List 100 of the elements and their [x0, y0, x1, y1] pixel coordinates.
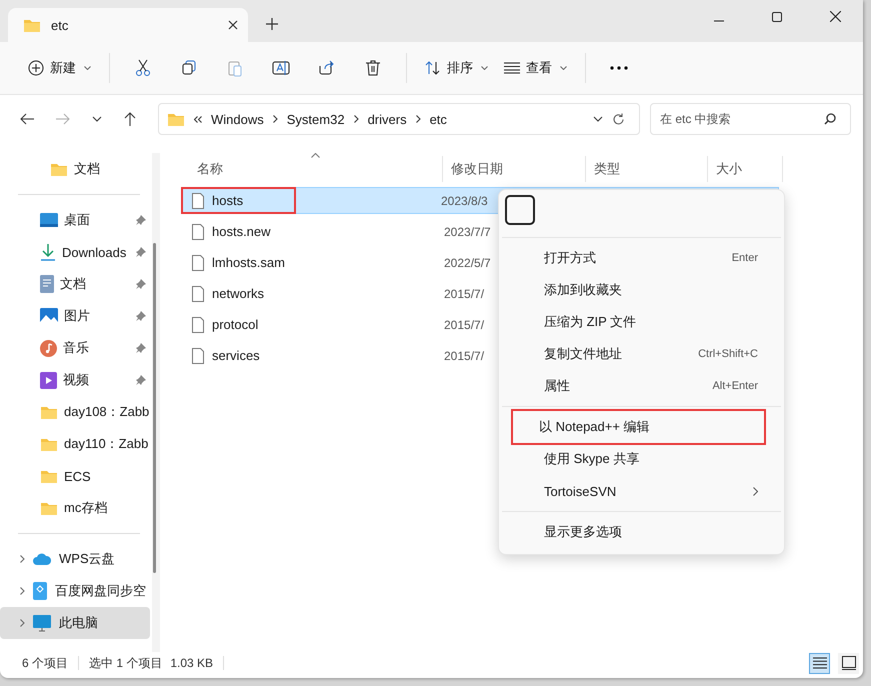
chevron-right-icon — [753, 486, 758, 496]
sort-arrows-icon — [425, 60, 441, 76]
scrollbar-thumb[interactable] — [153, 243, 156, 573]
date-cell: 2022/5/7 — [444, 256, 491, 270]
share-icon[interactable] — [318, 59, 336, 77]
close-icon[interactable] — [830, 11, 841, 22]
pin-icon[interactable] — [136, 343, 146, 353]
rename-icon[interactable] — [272, 59, 290, 77]
date-cell: 2023/8/3 — [441, 194, 488, 208]
details-view-button[interactable] — [809, 652, 830, 674]
breadcrumb[interactable]: System32 — [286, 112, 345, 126]
file-name-cell: hosts.new — [182, 219, 444, 244]
music-icon — [40, 340, 57, 356]
file-icon — [192, 316, 204, 332]
sidebar-item[interactable]: mc存档 — [0, 492, 150, 524]
lines-icon — [504, 62, 520, 74]
cut-icon[interactable] — [134, 59, 152, 77]
sidebar-item[interactable]: 文档 — [0, 153, 150, 185]
pin-icon[interactable] — [136, 311, 146, 321]
pin-icon[interactable] — [136, 247, 146, 257]
menu-item[interactable]: TortoiseSVN — [503, 475, 780, 507]
chevron-right-icon[interactable] — [20, 587, 25, 595]
chevron-down-icon[interactable] — [593, 116, 603, 122]
view-button[interactable]: 查看 — [496, 53, 575, 83]
breadcrumb[interactable]: Windows — [211, 112, 264, 126]
delete-icon[interactable] — [364, 59, 382, 77]
shortcut-text: Enter — [732, 252, 758, 264]
new-button[interactable]: 新建 — [20, 53, 99, 83]
copy-icon[interactable] — [180, 59, 198, 77]
close-icon[interactable] — [228, 20, 238, 30]
sidebar-item[interactable]: ECS — [0, 460, 150, 492]
refresh-icon[interactable] — [612, 112, 625, 126]
menu-label: 复制文件地址 — [544, 345, 623, 363]
column-header[interactable]: 类型 — [586, 156, 708, 182]
sidebar-item[interactable]: 视频 — [0, 364, 150, 396]
sidebar-item[interactable]: day108：Zabb — [0, 396, 150, 428]
date-cell: 2015/7/ — [444, 348, 484, 362]
chevron-down-icon — [84, 66, 91, 70]
file-name-cell: networks — [182, 281, 444, 306]
file-icon — [192, 224, 204, 240]
file-row[interactable]: hosts.new 2023/7/7 — [181, 218, 779, 245]
date-cell: 2015/7/ — [444, 286, 484, 300]
menu-item[interactable]: 复制文件地址 Ctrl+Shift+C — [503, 338, 780, 370]
sort-button[interactable]: 排序 — [417, 53, 496, 83]
file-icon — [192, 254, 204, 270]
sidebar-item[interactable]: 音乐 — [0, 332, 150, 364]
menu-item[interactable]: 属性 Alt+Enter — [503, 370, 780, 402]
folder-icon — [40, 404, 58, 420]
sidebar-item[interactable]: 此电脑 — [0, 607, 150, 639]
menu-item[interactable]: 显示更多选项 — [503, 516, 780, 548]
focus-outline-icon — [505, 195, 535, 225]
document-icon — [40, 275, 54, 293]
chevron-right-icon[interactable] — [20, 619, 25, 627]
menu-item[interactable]: 压缩为 ZIP 文件 — [503, 306, 780, 338]
search-field[interactable]: 在 etc 中搜索 — [650, 103, 851, 135]
file-icon — [192, 192, 204, 208]
file-name-cell: hosts — [182, 188, 295, 213]
column-header[interactable]: 修改日期 — [443, 156, 586, 182]
breadcrumb[interactable]: etc — [430, 112, 447, 126]
folder-tab[interactable]: etc — [8, 8, 248, 42]
maximize-icon[interactable] — [772, 12, 782, 22]
back-arrow-icon[interactable] — [20, 113, 34, 125]
column-header[interactable]: 名称 — [181, 156, 443, 182]
column-header[interactable]: 大小 — [708, 156, 783, 182]
menu-item[interactable]: 以 Notepad++ 编辑 — [513, 411, 764, 443]
menu-label: 以 Notepad++ 编辑 — [539, 418, 651, 436]
double-chevron-icon — [194, 116, 202, 122]
item-count: 6 个项目 — [22, 654, 68, 672]
plus-circle-icon — [28, 60, 44, 76]
chevron-down-icon — [560, 66, 567, 70]
sidebar-item[interactable]: day110：Zabb — [0, 428, 150, 460]
file-name-cell: protocol — [182, 312, 444, 337]
sidebar-item[interactable]: 文档 — [0, 268, 150, 300]
sidebar-item[interactable]: WPS云盘 — [0, 543, 150, 575]
sidebar-item[interactable]: 百度网盘同步空 — [0, 575, 150, 607]
chevron-down-icon[interactable] — [92, 116, 102, 122]
sidebar-item[interactable]: Downloads — [0, 236, 150, 268]
folder-icon — [167, 111, 185, 127]
chevron-right-icon[interactable] — [20, 555, 25, 563]
pin-icon[interactable] — [136, 215, 146, 225]
pin-icon[interactable] — [136, 279, 146, 289]
add-icon[interactable] — [266, 18, 278, 30]
pin-icon[interactable] — [136, 375, 146, 385]
sort-caret-icon — [311, 153, 320, 158]
menu-item[interactable]: 打开方式 Enter — [503, 242, 780, 274]
menu-item[interactable]: 使用 Skype 共享 — [503, 443, 780, 475]
file-name-cell: services — [182, 343, 444, 368]
date-cell: 2023/7/7 — [444, 224, 491, 238]
sidebar-item[interactable]: 桌面 — [0, 204, 150, 236]
minimize-icon[interactable] — [714, 20, 724, 22]
more-icon[interactable] — [610, 66, 628, 70]
folder-icon — [23, 17, 41, 33]
sidebar-item[interactable]: 图片 — [0, 300, 150, 332]
menu-label: 添加到收藏夹 — [544, 281, 623, 299]
breadcrumb[interactable]: drivers — [368, 112, 407, 126]
tiles-view-button[interactable] — [838, 652, 859, 674]
menu-item[interactable]: 添加到收藏夹 — [503, 274, 780, 306]
up-arrow-icon[interactable] — [124, 112, 136, 126]
monitor-icon — [33, 614, 51, 632]
address-bar[interactable]: Windows System32 drivers etc — [158, 103, 640, 135]
